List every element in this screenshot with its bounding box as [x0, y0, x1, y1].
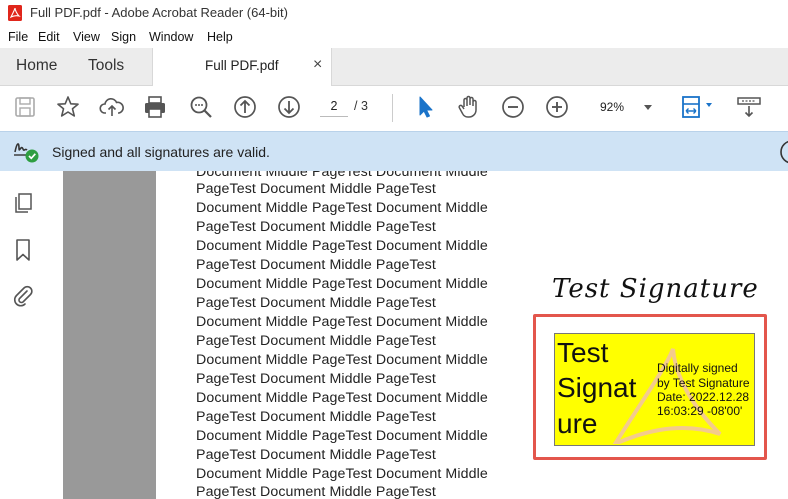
document-text-line: PageTest Document Middle PageTest	[196, 257, 436, 273]
page-fit-icon[interactable]	[680, 94, 714, 120]
page-thumbnails-icon[interactable]	[11, 191, 35, 215]
menu-view[interactable]: View	[73, 30, 100, 44]
acrobat-app-icon	[8, 5, 22, 21]
upload-icon[interactable]	[99, 94, 125, 120]
signature-valid-icon[interactable]	[12, 138, 40, 164]
signature-detail-line: Digitally signed	[657, 361, 738, 375]
save-icon[interactable]	[12, 94, 38, 120]
document-text-line: Document Middle PageTest Document Middle	[196, 352, 488, 368]
document-text-line: Document Middle PageTest Document Middle	[196, 276, 488, 292]
document-gutter	[63, 171, 156, 499]
toolbar-divider	[392, 94, 393, 122]
chevron-down-icon	[644, 105, 652, 110]
select-cursor-icon[interactable]	[412, 94, 438, 120]
menu-sign[interactable]: Sign	[111, 30, 136, 44]
document-text-line: Document Middle PageTest Document Middle	[196, 171, 488, 180]
page-down-icon[interactable]	[276, 94, 302, 120]
document-text-line: Document Middle PageTest Document Middle	[196, 428, 488, 444]
page-total: / 3	[354, 99, 368, 113]
document-text-line: PageTest Document Middle PageTest	[196, 409, 436, 425]
signature-name-line: ure	[557, 408, 598, 439]
document-text-line: Document Middle PageTest Document Middle	[196, 238, 488, 254]
document-text-line: PageTest Document Middle PageTest	[196, 181, 436, 197]
find-icon[interactable]	[188, 94, 214, 120]
page-up-icon[interactable]	[232, 94, 258, 120]
signature-name-line: Signat	[557, 372, 637, 403]
signature-name-line: Test	[557, 337, 609, 368]
tab-bar: Home Tools Full PDF.pdf ×	[0, 48, 788, 86]
tab-document[interactable]: Full PDF.pdf ×	[152, 48, 332, 86]
document-text-line: PageTest Document Middle PageTest	[196, 371, 436, 387]
menu-edit[interactable]: Edit	[38, 30, 60, 44]
signature-detail-line: 16:03:29 -08'00'	[657, 404, 743, 418]
document-text-line: Document Middle PageTest Document Middle	[196, 466, 488, 482]
title-bar: Full PDF.pdf - Adobe Acrobat Reader (64-…	[0, 0, 788, 26]
document-text-line: PageTest Document Middle PageTest	[196, 484, 436, 499]
document-text-line: PageTest Document Middle PageTest	[196, 219, 436, 235]
signature-field[interactable]: Test Signat ure Digitally signed by Test…	[554, 333, 755, 446]
menu-help[interactable]: Help	[207, 30, 233, 44]
menu-bar: File Edit View Sign Window Help	[0, 26, 788, 48]
hand-icon[interactable]	[456, 94, 482, 120]
document-text-line: PageTest Document Middle PageTest	[196, 295, 436, 311]
document-text-line: Document Middle PageTest Document Middle	[196, 200, 488, 216]
window-title: Full PDF.pdf - Adobe Acrobat Reader (64-…	[30, 5, 288, 20]
document-margin	[46, 171, 63, 499]
page-number-input[interactable]: 2	[320, 96, 348, 117]
toolbar: 2 / 3 92%	[0, 86, 788, 130]
document-text-line: Document Middle PageTest Document Middle	[196, 314, 488, 330]
zoom-in-icon[interactable]	[544, 94, 570, 120]
signature-status-bar: Signed and all signatures are valid.	[0, 131, 788, 172]
zoom-select[interactable]: 92%	[588, 96, 658, 118]
scroll-mode-icon[interactable]	[734, 94, 764, 120]
menu-window[interactable]: Window	[149, 30, 193, 44]
signature-panel-icon[interactable]	[778, 139, 788, 165]
handwritten-signature: Test Signature	[552, 274, 759, 304]
close-tab-icon[interactable]: ×	[313, 56, 322, 74]
menu-file[interactable]: File	[8, 30, 28, 44]
zoom-out-icon[interactable]	[500, 94, 526, 120]
print-icon[interactable]	[142, 94, 168, 120]
bookmark-star-icon[interactable]	[55, 94, 81, 120]
zoom-value: 92%	[600, 100, 625, 114]
tab-document-label: Full PDF.pdf	[205, 58, 279, 73]
document-text-line: Document Middle PageTest Document Middle	[196, 390, 488, 406]
document-text-line: PageTest Document Middle PageTest	[196, 447, 436, 463]
signature-status-message: Signed and all signatures are valid.	[52, 144, 270, 160]
signature-detail-line: Date: 2022.12.28	[657, 390, 750, 404]
left-navigation-panel	[0, 171, 47, 499]
bookmark-icon[interactable]	[11, 237, 35, 263]
signature-detail-line: by Test Signature	[657, 376, 750, 390]
document-text-line: PageTest Document Middle PageTest	[196, 333, 436, 349]
attachment-icon[interactable]	[11, 283, 35, 309]
